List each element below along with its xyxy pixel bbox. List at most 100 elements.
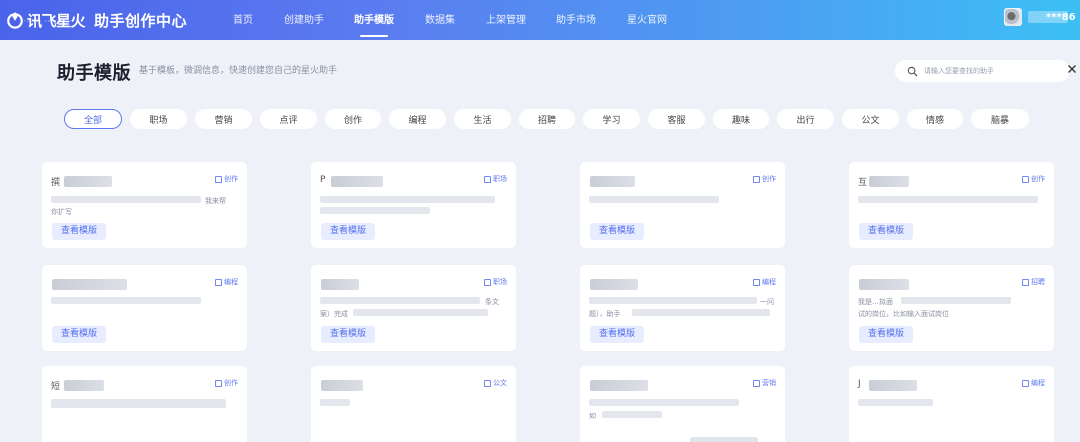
nav-official-site[interactable]: 星火官网 [627, 11, 667, 26]
category-fun[interactable]: 趣味 [713, 109, 769, 129]
nav-datasets[interactable]: 数据集 [425, 11, 455, 26]
card-tag-label: 创作 [762, 175, 776, 183]
card-title-masked [590, 176, 635, 187]
template-card[interactable]: J 编程 [849, 366, 1054, 442]
category-icon [1022, 379, 1029, 387]
card-category-tag: 公文 [484, 378, 507, 388]
card-title-masked [64, 176, 112, 187]
card-title-initial: 互 [858, 178, 868, 188]
search-box [895, 60, 1076, 82]
card-category-tag: 营销 [753, 378, 776, 388]
category-official-docs[interactable]: 公文 [842, 109, 899, 129]
category-brainstorm[interactable]: 脑暴 [971, 109, 1029, 129]
category-travel[interactable]: 出行 [777, 109, 834, 129]
card-category-tag: 创作 [215, 174, 238, 184]
category-marketing[interactable]: 营销 [195, 109, 252, 129]
template-card[interactable]: 公文 [311, 366, 516, 442]
view-template-button[interactable]: 查看模版 [590, 326, 645, 343]
view-template-button[interactable]: 查看模版 [52, 326, 107, 343]
card-title-masked [321, 279, 359, 290]
card-tag-label: 创作 [224, 175, 238, 183]
category-all[interactable]: 全部 [64, 109, 122, 129]
card-title-masked [859, 279, 909, 290]
category-writing[interactable]: 创作 [325, 109, 381, 129]
top-bar: 讯飞星火 助手创作中心 IFLYTEK SPARK 首页 创建助手 助手模版 数… [0, 0, 1080, 40]
search-input[interactable] [924, 67, 1054, 75]
card-description-masked [602, 411, 662, 418]
category-icon [1022, 278, 1029, 286]
nav-active-indicator [360, 35, 388, 37]
category-icon [215, 278, 222, 286]
card-tag-label: 职场 [493, 175, 507, 183]
card-description-masked [320, 207, 430, 214]
view-template-button[interactable]: 查看模版 [859, 326, 914, 343]
category-life[interactable]: 生活 [454, 109, 511, 129]
nav-assistant-market[interactable]: 助手市场 [556, 11, 596, 26]
view-template-button[interactable]: 查看模版 [859, 223, 914, 240]
template-card[interactable]: 短 创作 [42, 366, 247, 442]
view-template-button[interactable]: 查看模版 [321, 326, 376, 343]
close-icon[interactable] [1066, 63, 1078, 75]
nav-templates[interactable]: 助手模版 [354, 11, 394, 26]
template-card[interactable]: 编程 查看模版 [42, 265, 247, 351]
search-icon [907, 66, 918, 76]
category-programming[interactable]: 编程 [389, 109, 446, 129]
category-customer-service[interactable]: 客服 [648, 109, 705, 129]
card-category-tag: 编程 [215, 277, 238, 287]
template-card[interactable]: 互 创作 查看模版 [849, 162, 1054, 248]
nav-listing-management[interactable]: 上架管理 [486, 11, 526, 26]
category-recruiting[interactable]: 招聘 [519, 109, 575, 129]
view-template-button[interactable]: 查看模版 [321, 223, 376, 240]
category-icon [753, 175, 760, 183]
card-tag-label: 营销 [762, 379, 776, 387]
card-description-text: 我来帮 [205, 197, 226, 205]
category-workplace[interactable]: 职场 [130, 109, 187, 129]
nav-home[interactable]: 首页 [233, 11, 253, 26]
template-card[interactable]: P 职场 查看模版 [311, 162, 516, 248]
card-title-initial: J [858, 379, 861, 389]
card-description-masked [320, 196, 495, 203]
card-title-initial: P [320, 175, 326, 185]
card-category-tag: 创作 [215, 378, 238, 388]
category-icon [484, 175, 491, 183]
category-icon [753, 379, 760, 387]
card-description-text: 我是…拟面 [858, 298, 893, 306]
template-card[interactable]: 创作 查看模版 [580, 162, 785, 248]
card-title-masked [331, 176, 383, 187]
category-learning[interactable]: 学习 [583, 109, 640, 129]
template-card[interactable]: 招聘 我是…拟面 试的岗位，比如输入面试岗位 查看模版 [849, 265, 1054, 351]
card-title-masked [590, 279, 638, 290]
card-tag-label: 编程 [1031, 379, 1045, 387]
category-icon [484, 278, 491, 286]
page-subtitle: 基于模板，微调信息，快速创建您自己的星火助手 [139, 66, 338, 76]
card-description-text: 案）完成 [320, 310, 348, 318]
template-card[interactable]: 编程 一问 题），助手 查看模版 [580, 265, 785, 351]
category-review[interactable]: 点评 [260, 109, 317, 129]
user-menu[interactable]: ***86 [1004, 8, 1076, 26]
card-title-masked [64, 380, 104, 391]
template-card[interactable]: 撰 创作 我来帮 你扩写 查看模版 [42, 162, 247, 248]
scroll-handle[interactable] [690, 437, 758, 442]
view-template-button[interactable]: 查看模版 [590, 223, 645, 240]
card-description-masked [858, 399, 933, 406]
template-card[interactable]: 营销 如 [580, 366, 785, 442]
card-category-tag: 创作 [753, 174, 776, 184]
card-category-tag: 编程 [1022, 378, 1045, 388]
card-title-masked [321, 380, 363, 391]
category-emotion[interactable]: 情感 [907, 109, 963, 129]
card-description-masked [858, 196, 1038, 203]
card-tag-label: 创作 [224, 379, 238, 387]
user-name-suffix: ***86 [1046, 11, 1076, 23]
card-description-text: 条文 [485, 298, 499, 306]
view-template-button[interactable]: 查看模版 [52, 223, 107, 240]
card-description-masked [51, 196, 201, 203]
card-description-text: 如 [589, 412, 596, 420]
brand-subtitle: IFLYTEK SPARK [22, 19, 61, 23]
card-title-masked [52, 279, 127, 290]
product-name: 助手创作中心 [94, 11, 188, 30]
card-title-masked [869, 380, 917, 391]
avatar[interactable] [1004, 8, 1022, 26]
nav-create-assistant[interactable]: 创建助手 [284, 11, 324, 26]
template-card[interactable]: 职场 条文 案）完成 查看模版 [311, 265, 516, 351]
card-description-masked [901, 297, 1011, 304]
